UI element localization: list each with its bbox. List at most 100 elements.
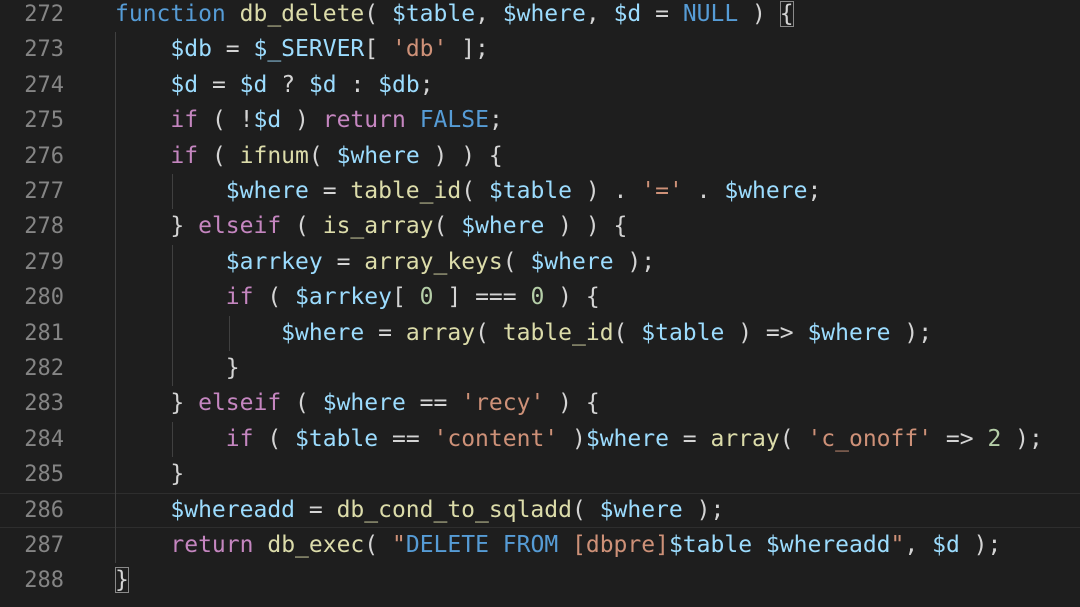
code-token: ? <box>267 71 309 98</box>
line-number: 275 <box>24 108 64 134</box>
line-number: 279 <box>24 249 64 275</box>
code-line[interactable]: 276 if ( ifnum( $where ) ) { <box>0 139 1080 174</box>
code-token: ( <box>613 319 642 346</box>
code-token: ; <box>488 107 503 134</box>
code-token: $table <box>641 319 725 346</box>
code-token: [ <box>364 36 392 63</box>
code-text[interactable]: if ( $arrkey[ 0 ] === 0 ) { <box>115 280 600 315</box>
code-token: ; <box>807 178 822 204</box>
code-text[interactable]: if ( ifnum( $where ) ) { <box>115 139 503 174</box>
code-token: = <box>364 319 406 346</box>
code-line[interactable]: 284 if ( $table == 'content' )$where = a… <box>0 422 1080 457</box>
indent-guide <box>115 32 116 564</box>
code-token: db_cond_to_sqladd <box>336 496 572 523</box>
code-token: $where <box>281 319 365 346</box>
code-line[interactable]: 272 function db_delete( $table, $where, $… <box>0 0 1080 32</box>
code-token: if <box>225 425 254 452</box>
code-token: $db <box>378 71 420 98</box>
code-token: $d <box>308 71 337 98</box>
code-token: ( <box>308 142 337 169</box>
code-editor[interactable]: 272 function db_delete( $table, $where, $… <box>0 0 1080 607</box>
code-token: ) ) { <box>544 213 628 240</box>
code-token: ) <box>558 425 586 452</box>
code-token: $whereadd <box>170 496 296 523</box>
indent-guide <box>172 421 173 458</box>
code-line[interactable]: 277 $where = table_id( $table ) . '=' . … <box>0 174 1080 209</box>
code-token: is_array <box>322 213 434 240</box>
code-token: ( <box>253 425 296 452</box>
code-token: ) { <box>544 390 600 417</box>
code-line[interactable]: 273 $db = $_SERVER[ 'db' ]; <box>0 32 1080 67</box>
code-line[interactable]: 274 $d = $d ? $d : $db; <box>0 68 1080 103</box>
code-token: => <box>932 425 988 452</box>
code-text[interactable]: } <box>115 351 240 386</box>
code-token: ); <box>1001 425 1043 452</box>
code-text[interactable]: return db_exec( "DELETE FROM [dbpre]$tab… <box>115 528 1001 563</box>
code-token: return <box>170 532 254 558</box>
code-line[interactable]: 283 } elseif ( $where == 'recy' ) { <box>0 386 1080 421</box>
code-token: ) => <box>724 319 808 346</box>
code-token: ( <box>475 319 503 346</box>
code-token: db_exec <box>267 532 365 558</box>
code-line[interactable]: 282 } <box>0 351 1080 386</box>
code-token: if <box>170 142 199 169</box>
code-text[interactable]: } <box>115 457 184 492</box>
code-token: = <box>211 36 254 63</box>
code-token: = <box>641 1 683 27</box>
code-text[interactable]: $where = array( table_id( $table ) => $w… <box>115 316 932 351</box>
code-token: ( ! <box>198 107 254 134</box>
code-token: elseif <box>198 390 282 417</box>
code-token: " <box>890 532 905 558</box>
code-token: } <box>115 567 129 594</box>
code-token: } <box>115 213 199 240</box>
code-line[interactable]: 281 $where = array( table_id( $table ) =… <box>0 316 1080 351</box>
code-text[interactable]: $arrkey = array_keys( $where ); <box>115 245 655 280</box>
code-token: if <box>225 284 254 311</box>
code-text[interactable]: function db_delete( $table, $where, $d =… <box>115 0 794 32</box>
code-token: ( <box>198 142 240 169</box>
code-text[interactable]: } <box>115 563 129 598</box>
code-text[interactable]: $d = $d ? $d : $db; <box>115 68 433 103</box>
line-number: 285 <box>24 462 64 488</box>
code-token: $table <box>488 178 572 204</box>
code-token: = <box>198 71 240 98</box>
code-token: array <box>710 425 780 452</box>
code-token: ) ) { <box>419 142 503 169</box>
code-text[interactable]: if ( $table == 'content' )$where = array… <box>115 422 1043 457</box>
code-text[interactable]: if ( !$d ) return FALSE; <box>115 103 503 138</box>
code-token: 0 <box>530 284 545 311</box>
code-line[interactable]: 279 $arrkey = array_keys( $where ); <box>0 245 1080 280</box>
code-token: ( <box>281 213 323 240</box>
code-text[interactable]: $db = $_SERVER[ 'db' ]; <box>115 32 489 67</box>
code-text[interactable]: $where = table_id( $table ) . '=' . $whe… <box>115 174 822 209</box>
code-token: ); <box>682 496 725 523</box>
code-token: = <box>308 178 351 204</box>
line-number: 283 <box>24 391 64 417</box>
code-token: == <box>405 390 462 417</box>
code-token: $where <box>585 425 669 452</box>
code-line[interactable]: 287 return db_exec( "DELETE FROM [dbpre]… <box>0 528 1080 563</box>
code-line[interactable]: 275 if ( !$d ) return FALSE; <box>0 103 1080 138</box>
code-line[interactable]: 286 $whereadd = db_cond_to_sqladd( $wher… <box>0 493 1080 528</box>
code-line[interactable]: 285 } <box>0 457 1080 492</box>
line-number: 280 <box>24 285 64 311</box>
code-token: $arrkey <box>295 284 392 311</box>
code-line[interactable]: 288} <box>0 563 1080 598</box>
code-token: '=' <box>641 178 683 204</box>
code-text[interactable]: } elseif ( $where == 'recy' ) { <box>115 386 600 421</box>
code-line[interactable]: 280 if ( $arrkey[ 0 ] === 0 ) { <box>0 280 1080 315</box>
code-text[interactable]: } elseif ( is_array( $where ) ) { <box>115 209 627 244</box>
code-token: = <box>295 496 337 523</box>
code-token: $_SERVER <box>253 36 365 63</box>
code-text[interactable]: $whereadd = db_cond_to_sqladd( $where ); <box>115 493 724 528</box>
code-token: NULL <box>682 1 739 27</box>
code-token: $where <box>336 142 420 169</box>
code-token: } <box>115 390 199 417</box>
code-line[interactable]: 278 } elseif ( is_array( $where ) ) { <box>0 209 1080 244</box>
indent-guide <box>172 244 173 387</box>
code-token: $d <box>253 107 282 134</box>
line-number: 277 <box>24 179 64 204</box>
